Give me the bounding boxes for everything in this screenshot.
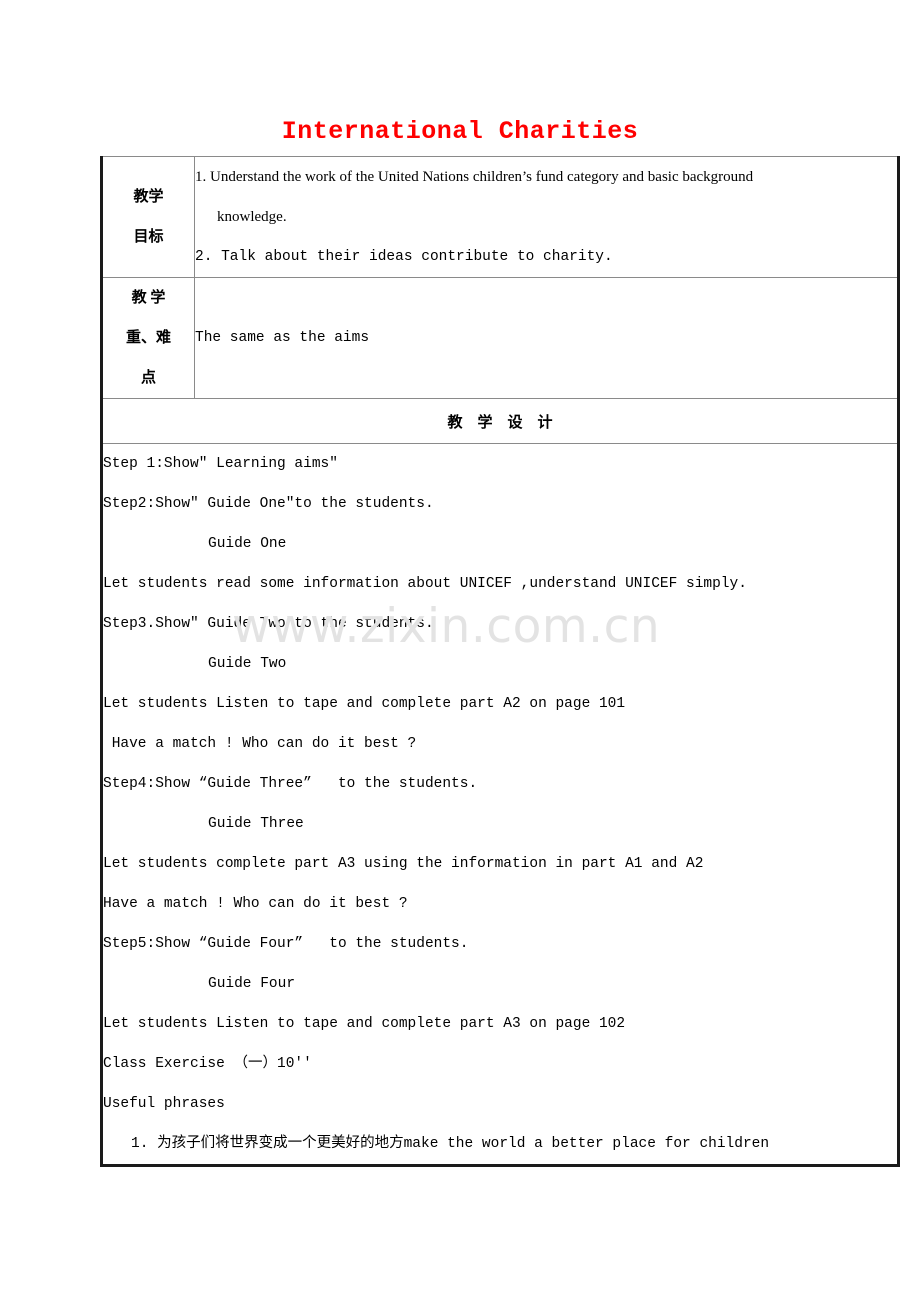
lesson-plan-table: 教学 目标 1. Understand the work of the Unit… bbox=[100, 156, 900, 1167]
label-line-2: 重、难 bbox=[125, 330, 171, 346]
teaching-design-line: Guide Four bbox=[208, 976, 296, 992]
section-header-teaching-design: 教 学 设 计 bbox=[101, 398, 899, 444]
table-row-teaching-aims: 教学 目标 1. Understand the work of the Unit… bbox=[101, 156, 899, 278]
label-line-2: 目标 bbox=[133, 229, 164, 245]
aims-item-1-continuation: knowledge. bbox=[217, 209, 287, 225]
teaching-design-line: Let students read some information about… bbox=[103, 576, 747, 592]
table-row-teaching-design-body: Step 1:Show″ Learning aims″ Step2:Show″ G… bbox=[101, 443, 899, 1166]
teaching-design-line: 1. 为孩子们将世界变成一个更美好的地方make the world a bet… bbox=[131, 1136, 770, 1152]
aims-item-2: 2. Talk about their ideas contribute to … bbox=[195, 249, 613, 265]
teaching-design-line: Useful phrases bbox=[103, 1096, 225, 1112]
page-title: International Charities bbox=[281, 117, 639, 146]
aims-item-1: 1. Understand the work of the United Nat… bbox=[195, 169, 754, 185]
row-label-key-points: 教 学 重、难 点 bbox=[101, 277, 195, 399]
label-line-1: 教学 bbox=[133, 189, 164, 205]
teaching-design-line-list: Step 1:Show″ Learning aims″ Step2:Show″ G… bbox=[103, 444, 897, 1164]
teaching-design-line: Let students complete part A3 using the … bbox=[103, 856, 704, 872]
table-row-section-header: 教 学 设 计 bbox=[101, 398, 899, 444]
teaching-design-line: Guide Three bbox=[208, 816, 304, 832]
teaching-design-line: Let students Listen to tape and complete… bbox=[103, 1016, 626, 1032]
teaching-design-line: Step3.Show″ Guide Two″to the students. bbox=[103, 616, 434, 632]
teaching-design-line: Step5:Show “Guide Four” to the students. bbox=[103, 936, 469, 952]
teaching-design-line: Have a match ! Who can do it best ? bbox=[103, 896, 408, 912]
label-line-3: 点 bbox=[140, 370, 156, 386]
teaching-design-line: Guide One bbox=[208, 536, 287, 552]
document-page: International Charities 教学 目标 1. Underst… bbox=[0, 0, 920, 1302]
row-content-teaching-aims: 1. Understand the work of the United Nat… bbox=[194, 156, 899, 278]
teaching-design-body: Step 1:Show″ Learning aims″ Step2:Show″ G… bbox=[101, 443, 899, 1166]
row-content-key-points: The same as the aims bbox=[194, 277, 899, 399]
label-line-1: 教 学 bbox=[131, 290, 166, 306]
teaching-design-line: Step 1:Show″ Learning aims″ bbox=[103, 456, 338, 472]
teaching-design-line: Have a match ! Who can do it best ? bbox=[103, 736, 417, 752]
teaching-design-line: Class Exercise （一）10′′ bbox=[103, 1056, 312, 1072]
teaching-design-line: Let students Listen to tape and complete… bbox=[103, 696, 626, 712]
table-row-key-difficult-points: 教 学 重、难 点 The same as the aims bbox=[101, 277, 899, 399]
teaching-design-line: Step2:Show″ Guide One″to the students. bbox=[103, 496, 434, 512]
teaching-design-line: Guide Two bbox=[208, 656, 287, 672]
row-label-teaching-aims: 教学 目标 bbox=[101, 156, 195, 278]
teaching-design-line: Step4:Show “Guide Three” to the students… bbox=[103, 776, 478, 792]
